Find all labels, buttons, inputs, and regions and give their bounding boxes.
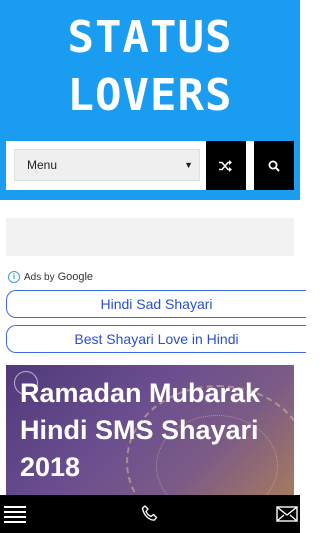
- ad-link-best-shayari-love[interactable]: Best Shayari Love in Hindi: [6, 325, 306, 353]
- ads-by-google[interactable]: i Ads by Google: [8, 270, 93, 284]
- logo-line-2[interactable]: LOVERS: [0, 72, 300, 120]
- shuffle-button[interactable]: [206, 141, 246, 190]
- phone-button[interactable]: [137, 495, 163, 533]
- ads-by-text: Ads by: [24, 271, 55, 283]
- shuffle-icon: [219, 159, 232, 172]
- menu-button[interactable]: [2, 495, 28, 533]
- ad-link-hindi-sad-shayari[interactable]: Hindi Sad Shayari: [6, 290, 306, 318]
- article-title[interactable]: Ramadan Mubarak Hindi SMS Shayari 2018: [20, 375, 290, 486]
- search-icon: [268, 160, 280, 172]
- featured-article-card[interactable]: Ramadan Mubarak Hindi SMS Shayari 2018: [6, 365, 294, 495]
- mail-icon: [276, 506, 298, 522]
- phone-icon: [141, 505, 158, 521]
- logo-line-1[interactable]: STATUS: [0, 14, 300, 62]
- menu-select-value: Menu: [27, 158, 58, 172]
- site-header: STATUS LOVERS Menu ▼: [0, 0, 300, 200]
- mail-button[interactable]: [274, 495, 300, 533]
- search-button[interactable]: [254, 141, 294, 190]
- dropdown-arrow-icon: ▼: [184, 160, 193, 170]
- menu-select[interactable]: Menu ▼: [14, 149, 200, 181]
- google-text: Google: [57, 271, 94, 283]
- hamburger-icon: [4, 506, 26, 523]
- ad-placeholder: [6, 218, 294, 256]
- bottom-bar: [0, 495, 300, 533]
- toolbar: Menu ▼: [6, 141, 294, 190]
- info-icon[interactable]: i: [8, 271, 20, 283]
